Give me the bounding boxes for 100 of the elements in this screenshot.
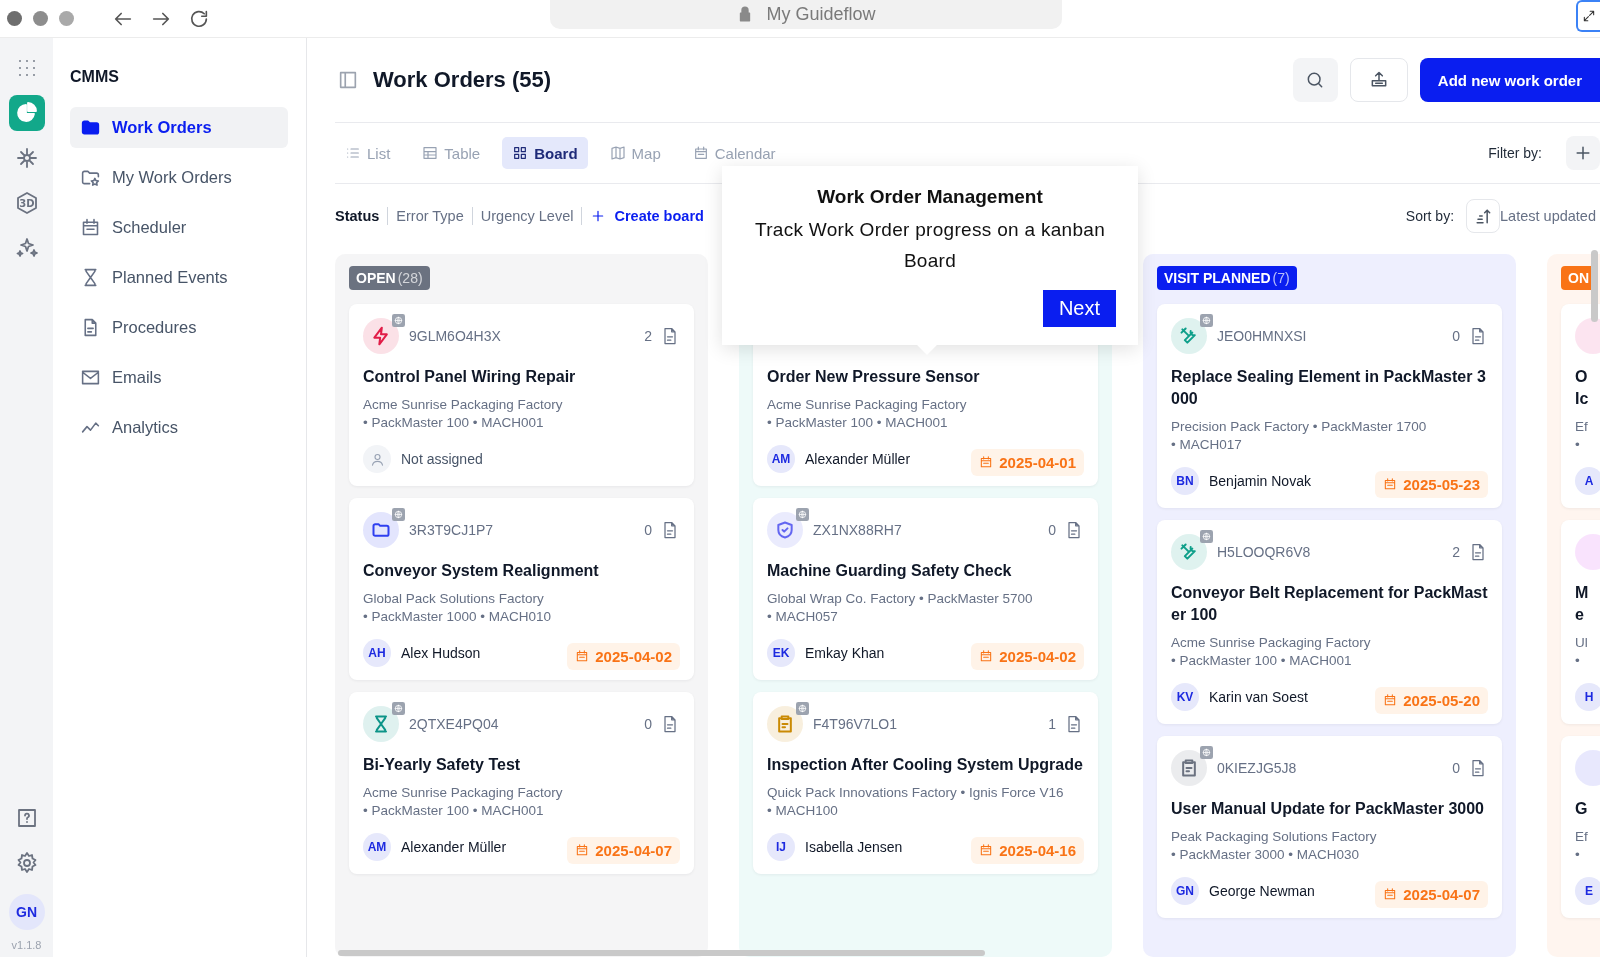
due-date: 2025-05-20 — [1403, 691, 1480, 709]
work-order-card[interactable]: G Ef • E — [1561, 736, 1600, 918]
work-order-id: JEO0HMNXSI — [1217, 328, 1307, 344]
card-title: M — [1575, 583, 1590, 603]
window-control-button[interactable] — [7, 11, 22, 26]
user-avatar: KV — [1171, 683, 1199, 711]
user-avatar: H — [1575, 683, 1600, 711]
scrollbar-thumb[interactable] — [1591, 250, 1598, 322]
expand-button[interactable] — [1576, 0, 1600, 32]
globe-icon — [1200, 314, 1213, 327]
location-text: • MACH100 — [767, 802, 839, 820]
card-title: Inspection After Cooling System Upgrade — [767, 755, 1084, 775]
calendar-icon — [1383, 693, 1398, 707]
work-order-id: 2QTXE4PQ04 — [409, 716, 499, 732]
calendar-icon — [979, 843, 994, 857]
sort-direction-button[interactable] — [1466, 199, 1501, 233]
location-text: Precision Pack Factory • PackMaster 1700 — [1171, 418, 1428, 436]
add-filter-button[interactable] — [1566, 136, 1600, 170]
work-order-card[interactable]: H5LOOQR6V8 2 Conveyor Belt Replacement for PackMaster 100 Acme Sunrise Packaging Factory • PackMaster 100 • MACH001 KV Karin van Soest 2025-05-20 — [1157, 520, 1502, 724]
scrollbar-thumb[interactable] — [338, 950, 985, 956]
calendar-icon — [979, 649, 994, 663]
location-text: Ef — [1575, 828, 1589, 846]
file-count: 2 — [644, 328, 652, 344]
sort-label: Sort by: — [1405, 208, 1455, 224]
work-order-id: 0KIEZJG5J8 — [1217, 760, 1297, 776]
filter-label: Filter by: — [1488, 145, 1542, 161]
board-icon — [512, 145, 529, 161]
status-count: (28) — [397, 270, 423, 286]
group-tab[interactable]: Error Type — [388, 208, 472, 224]
work-order-card[interactable]: 0KIEZJG5J8 0 User Manual Update for PackMaster 3000 Peak Packaging Solutions Factory • PackMaster 3000 • MACH030 GN George Newman 2025-04-07 — [1157, 736, 1502, 918]
file-count: 0 — [644, 522, 652, 538]
create-board-link[interactable]: Create board — [590, 208, 704, 224]
user-avatar[interactable]: GN — [8, 894, 45, 930]
globe-icon — [796, 508, 809, 521]
window-control-button[interactable] — [59, 11, 74, 26]
sidebar-item[interactable]: Planned Events — [70, 257, 288, 298]
globe-icon — [392, 702, 405, 715]
card-title: Machine Guarding Safety Check — [767, 561, 1013, 581]
search-button[interactable] — [1292, 58, 1338, 102]
upload-button[interactable] — [1349, 58, 1408, 102]
pie-chart-icon[interactable] — [8, 95, 45, 131]
calendar-icon — [575, 843, 590, 857]
work-order-id: H5LOOQR6V8 — [1217, 544, 1311, 560]
sidebar-item[interactable]: Scheduler — [70, 207, 288, 248]
address-bar[interactable]: My Guideflow — [550, 0, 1062, 29]
location-text: Ef — [1575, 418, 1589, 436]
calendar-icon — [692, 145, 709, 161]
card-title: Conveyor Belt Replacement for PackMaster 100 — [1171, 583, 1488, 625]
add-work-order-button[interactable]: Add new work order — [1419, 58, 1600, 102]
globe-icon — [1200, 530, 1213, 543]
status-label: ON — [1568, 270, 1589, 286]
card-title: Replace Sealing Element in PackMaster 3000 — [1171, 367, 1487, 409]
group-tab[interactable]: Urgency Level — [472, 208, 582, 224]
work-order-card[interactable]: ZX1NX88RH7 0 Machine Guarding Safety Check Global Wrap Co. Factory • PackMaster 5700 • MACH057 EK Emkay Khan 2025-04-02 — [753, 498, 1098, 680]
sidebar-item[interactable]: Procedures — [70, 307, 288, 348]
user-avatar — [363, 445, 391, 473]
next-button[interactable]: Next — [1042, 290, 1116, 327]
sidebar-item[interactable]: My Work Orders — [70, 157, 288, 198]
location-text: Acme Sunrise Packaging Factory — [363, 784, 564, 802]
page-title: Work Orders (55) — [373, 67, 552, 93]
globe-icon — [1200, 746, 1213, 759]
group-tab[interactable]: Status — [335, 208, 388, 224]
table-icon — [422, 145, 439, 161]
due-date: 2025-04-07 — [595, 841, 672, 859]
location-text: • MACH057 — [767, 608, 839, 626]
sidebar-item[interactable]: Analytics — [70, 407, 288, 448]
work-order-card[interactable]: M e Ul • H — [1561, 520, 1600, 724]
work-order-card[interactable]: JEO0HMNXSI 0 Replace Sealing Element in PackMaster 3000 Precision Pack Factory • PackMaster 1700 • MACH017 BN Benjamin Novak 2025-05-23 — [1157, 304, 1502, 508]
location-text: • PackMaster 100 • MACH001 — [767, 414, 949, 432]
window-control-button[interactable] — [33, 11, 48, 26]
location-text: • PackMaster 1000 • MACH010 — [363, 608, 553, 626]
globe-icon — [392, 314, 405, 327]
assignee-name: Emkay Khan — [805, 645, 885, 661]
map-icon — [609, 145, 626, 161]
work-order-card[interactable]: O Ic Ef • A — [1561, 304, 1600, 508]
expand-icon — [1582, 8, 1596, 23]
work-order-card[interactable]: 9GLM6O4H3X 2 Control Panel Wiring Repair Acme Sunrise Packaging Factory • PackMaster 100 • MACH001 Not assigned — [349, 304, 694, 486]
sidebar-item[interactable]: Emails — [70, 357, 288, 398]
due-date: 2025-04-02 — [999, 647, 1076, 665]
work-order-card[interactable]: F4T96V7LO1 1 Inspection After Cooling System Upgrade Quick Pack Innovations Factory • Ignis Force V16 • MACH100 IJ Isabella Jensen 2025-04-16 — [753, 692, 1098, 874]
location-text: • PackMaster 3000 • MACH030 — [1171, 846, 1361, 864]
location-text: • MACH017 — [1171, 436, 1243, 454]
globe-icon — [392, 508, 405, 521]
tour-title: Work Order Management — [816, 186, 1044, 208]
assignee-name: George Newman — [1209, 883, 1315, 899]
file-count: 0 — [644, 716, 652, 732]
work-order-id: 3R3T9CJ1P7 — [409, 522, 494, 538]
location-text: • — [1575, 436, 1581, 454]
work-order-card[interactable]: 2QTXE4PQ04 0 Bi-Yearly Safety Test Acme Sunrise Packaging Factory • PackMaster 100 • MACH001 AM Alexander Müller 2025-04-07 — [349, 692, 694, 874]
sidebar-item[interactable]: Work Orders — [70, 107, 288, 148]
sort-value[interactable]: Latest updated — [1500, 208, 1596, 224]
user-avatar: AH — [363, 639, 391, 667]
file-count: 0 — [1452, 760, 1460, 776]
card-title: G — [1575, 799, 1589, 819]
due-date: 2025-04-02 — [595, 647, 672, 665]
due-date: 2025-04-16 — [999, 841, 1076, 859]
work-order-card[interactable]: 3R3T9CJ1P7 0 Conveyor System Realignment Global Pack Solutions Factory • PackMaster 1000 • MACH010 AH Alex Hudson 2025-04-02 — [349, 498, 694, 680]
sidebar-toggle-icon[interactable] — [337, 69, 359, 91]
view-tab[interactable]: Board — [502, 137, 588, 169]
file-count: 2 — [1452, 544, 1460, 560]
